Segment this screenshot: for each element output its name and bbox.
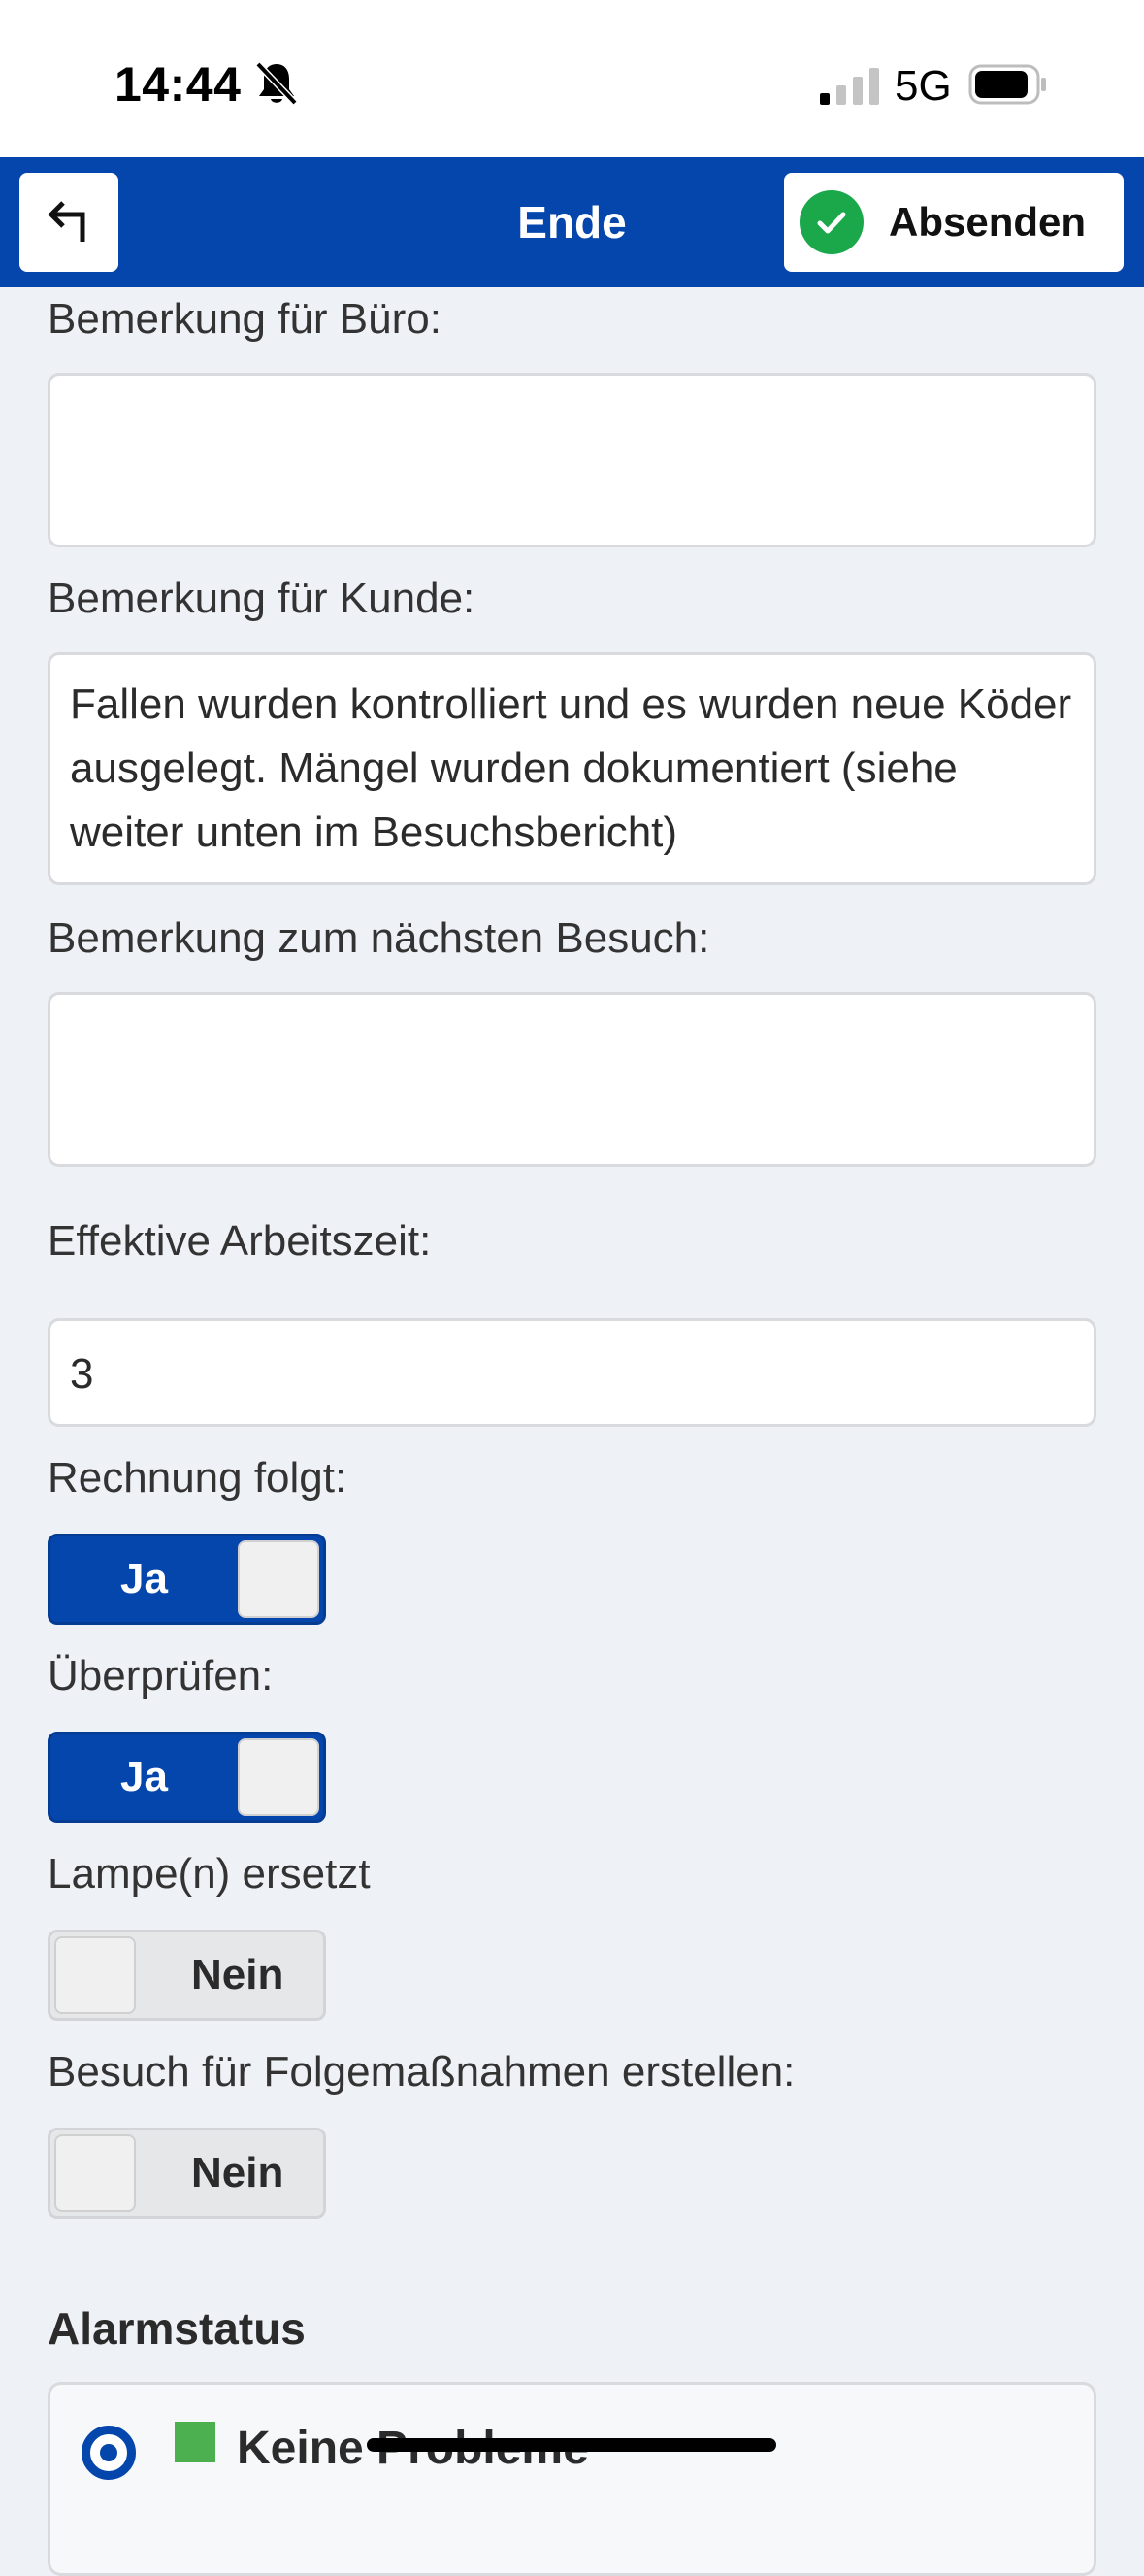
bell-slash-icon [255,61,298,106]
signal-icon [820,68,879,105]
status-time: 14:44 [114,57,242,112]
invoice-follows-state: Ja [120,1555,168,1602]
work-time-input[interactable]: 3 [48,1318,1096,1427]
submit-label: Absenden [889,199,1087,245]
lamps-replaced-state: Nein [191,1951,284,1998]
battery-icon [968,64,1046,105]
status-bar: 14:44 5G [0,0,1144,157]
office-note-field[interactable] [48,373,1096,547]
back-button[interactable] [19,173,118,272]
network-type: 5G [895,62,952,110]
work-time-value: 3 [70,1350,94,1398]
nav-bar: Ende Absenden [0,157,1144,287]
customer-note-field[interactable]: Fallen wurden kontrolliert und es wurden… [48,652,1096,885]
alarm-option-no-problems[interactable]: Keine Probleme [48,2382,1096,2576]
next-visit-note-field[interactable] [48,992,1096,1167]
alarm-status-title: Alarmstatus [48,2303,306,2354]
form-content: Bemerkung für Büro: Bemerkung für Kunde:… [0,287,1144,2576]
customer-note-label: Bemerkung für Kunde: [48,575,475,622]
check-state: Ja [120,1753,168,1800]
office-note-label: Bemerkung für Büro: [48,295,441,343]
check-circle-icon [800,190,864,254]
status-color-swatch [175,2422,215,2462]
home-indicator[interactable] [367,2438,776,2452]
followup-visit-toggle[interactable]: Nein [48,2128,326,2219]
back-arrow-icon [48,201,85,242]
toggle-knob [54,2134,136,2212]
invoice-follows-toggle[interactable]: Ja [48,1534,326,1625]
followup-visit-state: Nein [191,2149,284,2196]
work-time-label: Effektive Arbeitszeit: [48,1217,432,1265]
next-visit-note-label: Bemerkung zum nächsten Besuch: [48,914,710,962]
followup-visit-label: Besuch für Folgemaßnahmen erstellen: [48,2048,796,2096]
toggle-knob [238,1738,319,1816]
toggle-knob [238,1540,319,1618]
lamps-replaced-label: Lampe(n) ersetzt [48,1850,371,1898]
toggle-knob [54,1936,136,2014]
lamps-replaced-toggle[interactable]: Nein [48,1930,326,2021]
check-toggle[interactable]: Ja [48,1732,326,1823]
radio-selected[interactable] [82,2426,136,2480]
customer-note-value: Fallen wurden kontrolliert und es wurden… [70,680,1072,856]
submit-button[interactable]: Absenden [784,173,1124,272]
invoice-follows-label: Rechnung folgt: [48,1454,347,1502]
check-label: Überprüfen: [48,1652,274,1700]
